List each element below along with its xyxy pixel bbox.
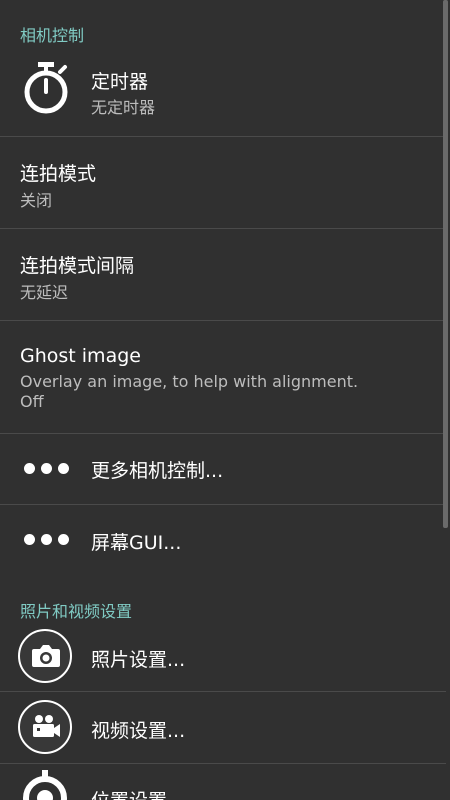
location-settings-title: 位置设置... [91,786,185,800]
pref-burst-interval[interactable]: 连拍模式间隔 无延迟 [0,229,446,321]
timer-summary: 无定时器 [91,98,156,117]
burst-mode-summary: 关闭 [20,191,53,210]
video-camera-icon [18,700,72,754]
pref-burst-mode[interactable]: 连拍模式 关闭 [0,137,446,229]
pref-timer[interactable]: 定时器 无定时器 [0,48,446,137]
burst-mode-title: 连拍模式 [20,163,97,185]
burst-interval-summary: 无延迟 [20,283,69,302]
ghost-image-title: Ghost image [20,345,141,367]
pref-video-settings[interactable]: 视频设置... [0,692,446,764]
pref-ghost-image[interactable]: Ghost image Overlay an image, to help wi… [0,321,446,434]
section-header-photo-video: 照片和视频设置 [20,602,133,621]
scrollbar[interactable] [443,0,448,528]
location-icon [23,770,67,800]
pref-photo-settings[interactable]: 照片设置... [0,622,446,692]
video-settings-title: 视频设置... [91,720,186,742]
screen-gui-title: 屏幕GUI... [91,532,182,554]
pref-location-settings[interactable]: 位置设置... [0,764,446,800]
section-header-camera-controls: 相机控制 [20,26,85,45]
pref-screen-gui[interactable]: 屏幕GUI... [0,505,446,575]
stopwatch-icon [24,62,68,114]
timer-title: 定时器 [91,71,149,93]
ghost-image-summary: Overlay an image, to help with alignment… [20,372,359,391]
more-dots-icon [24,534,69,545]
more-dots-icon [24,463,69,474]
photo-settings-title: 照片设置... [91,649,186,671]
more-camera-controls-title: 更多相机控制... [91,460,224,482]
settings-screen: 相机控制 定时器 无定时器 连拍模式 关闭 连拍模式间隔 无延迟 Ghost i… [0,0,450,800]
pref-more-camera-controls[interactable]: 更多相机控制... [0,434,446,505]
ghost-image-value: Off [20,392,44,411]
burst-interval-title: 连拍模式间隔 [20,255,135,277]
camera-icon [18,629,72,683]
